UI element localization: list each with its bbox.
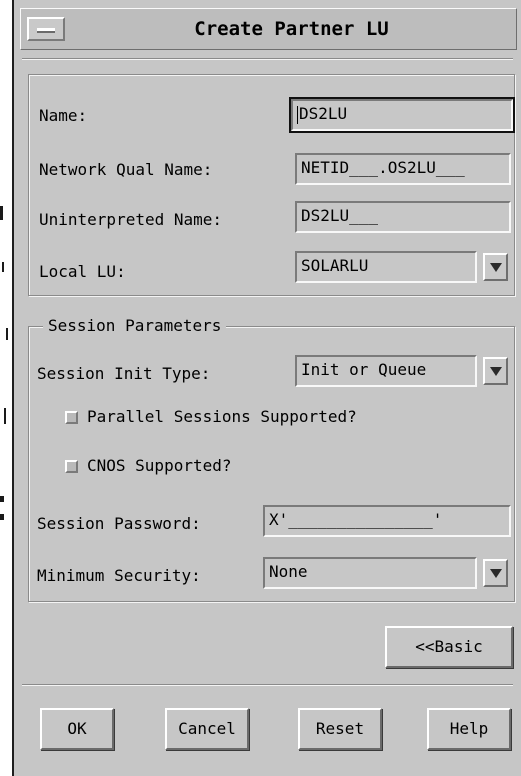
minimum-security-dropdown-arrow-icon[interactable] bbox=[483, 559, 508, 587]
ok-button[interactable]: OK bbox=[40, 708, 114, 750]
name-value: DS2LU bbox=[299, 104, 348, 123]
window-title: Create Partner LU bbox=[194, 18, 389, 40]
lu-identity-group: Name: DS2LU Network Qual Name: NETID___.… bbox=[28, 74, 515, 296]
session-parameters-group: Session Parameters Session Init Type: In… bbox=[28, 315, 515, 602]
minimum-security-value: None bbox=[269, 562, 308, 581]
session-init-type-value: Init or Queue bbox=[301, 360, 427, 379]
button-separator bbox=[22, 684, 513, 686]
background-window-edge bbox=[2, 262, 4, 272]
session-init-type-combo[interactable]: Init or Queue bbox=[295, 355, 477, 387]
session-init-type-label: Session Init Type: bbox=[37, 364, 211, 383]
background-window-edge bbox=[6, 328, 8, 340]
name-field[interactable]: DS2LU bbox=[289, 97, 515, 133]
title-separator bbox=[22, 58, 513, 60]
session-password-value: X'_______________' bbox=[269, 510, 443, 529]
cnos-label[interactable]: CNOS Supported? bbox=[87, 455, 232, 477]
local-lu-value: SOLARLU bbox=[301, 256, 369, 275]
uninterpreted-name-field[interactable]: DS2LU___ bbox=[295, 201, 511, 233]
background-window-edge bbox=[0, 206, 3, 220]
session-password-field[interactable]: X'_______________' bbox=[263, 505, 511, 537]
window-menu-button[interactable] bbox=[27, 17, 65, 41]
local-lu-label: Local LU: bbox=[39, 262, 126, 281]
reset-button[interactable]: Reset bbox=[298, 708, 382, 750]
parallel-sessions-checkbox[interactable] bbox=[65, 411, 78, 424]
session-init-type-dropdown-arrow-icon[interactable] bbox=[483, 357, 508, 385]
background-window-edge bbox=[0, 514, 4, 520]
cnos-checkbox[interactable] bbox=[65, 460, 78, 473]
local-lu-dropdown-arrow-icon[interactable] bbox=[483, 253, 508, 281]
network-qual-name-value: NETID___.OS2LU___ bbox=[301, 158, 465, 177]
name-label: Name: bbox=[39, 106, 88, 125]
basic-button[interactable]: <<Basic bbox=[385, 626, 513, 668]
session-parameters-title: Session Parameters bbox=[43, 315, 227, 337]
network-qual-name-field[interactable]: NETID___.OS2LU___ bbox=[295, 153, 511, 185]
create-partner-lu-dialog: Create Partner LU Name: DS2LU Network Qu… bbox=[12, 0, 521, 776]
local-lu-combo[interactable]: SOLARLU bbox=[295, 251, 477, 283]
text-cursor bbox=[297, 105, 298, 124]
uninterpreted-name-value: DS2LU___ bbox=[301, 206, 379, 225]
network-qual-name-label: Network Qual Name: bbox=[39, 160, 213, 179]
background-window-edge bbox=[0, 496, 4, 502]
session-password-label: Session Password: bbox=[37, 514, 201, 533]
title-bar[interactable]: Create Partner LU bbox=[20, 8, 517, 50]
background-window-edge bbox=[4, 408, 6, 424]
parallel-sessions-label[interactable]: Parallel Sessions Supported? bbox=[87, 406, 357, 428]
uninterpreted-name-label: Uninterpreted Name: bbox=[39, 210, 223, 229]
cancel-button[interactable]: Cancel bbox=[165, 708, 249, 750]
minimum-security-combo[interactable]: None bbox=[263, 557, 477, 589]
help-button[interactable]: Help bbox=[427, 708, 511, 750]
minimum-security-label: Minimum Security: bbox=[37, 566, 201, 585]
